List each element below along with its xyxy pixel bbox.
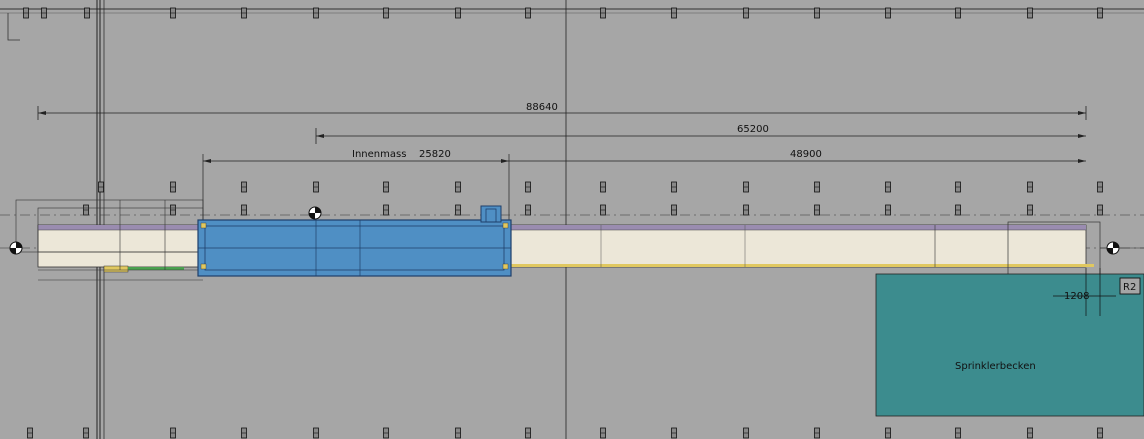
column-marker-icon: [455, 427, 461, 439]
column-marker-icon: [313, 427, 319, 439]
column-marker-icon: [83, 204, 89, 216]
dim-right-inner-value: 48900: [790, 149, 822, 160]
column-marker-icon: [170, 181, 176, 193]
column-marker-icon: [383, 7, 389, 19]
column-marker-icon: [671, 204, 677, 216]
column-marker-icon: [1097, 7, 1103, 19]
column-marker-icon: [955, 181, 961, 193]
column-marker-icon: [743, 7, 749, 19]
column-marker-icon: [1027, 7, 1033, 19]
column-marker-icon: [1027, 204, 1033, 216]
section-marker-icon: [308, 206, 322, 220]
column-marker-icon: [41, 7, 47, 19]
column-marker-icon: [383, 181, 389, 193]
column-marker-icon: [27, 427, 33, 439]
section-marker-icon: [9, 241, 23, 255]
section-marker-icon: [1106, 241, 1120, 255]
dim-innenmass-label: Innenmass: [352, 149, 406, 160]
sprinkler-basin-label: Sprinklerbecken: [955, 361, 1036, 372]
column-marker-icon: [23, 7, 29, 19]
column-marker-icon: [170, 7, 176, 19]
column-marker-icon: [383, 427, 389, 439]
column-marker-icon: [600, 204, 606, 216]
column-marker-icon: [600, 7, 606, 19]
column-marker-icon: [1097, 204, 1103, 216]
column-marker-icon: [1027, 427, 1033, 439]
column-marker-icon: [600, 427, 606, 439]
column-marker-icon: [170, 204, 176, 216]
cad-drawing-canvas[interactable]: 88640 65200 Innenmass 25820 48900 Sprink…: [0, 0, 1144, 439]
column-marker-icon: [671, 427, 677, 439]
column-marker-icon: [241, 7, 247, 19]
column-marker-icon: [313, 181, 319, 193]
column-marker-icon: [313, 7, 319, 19]
column-marker-icon: [241, 204, 247, 216]
column-marker-icon: [525, 181, 531, 193]
dim-small-offset-value: 1208: [1064, 291, 1089, 302]
column-marker-icon: [525, 427, 531, 439]
column-marker-icon: [525, 7, 531, 19]
dim-overall-value: 88640: [526, 102, 558, 113]
dim-right-span-value: 65200: [737, 124, 769, 135]
column-marker-icon: [885, 427, 891, 439]
column-marker-icon: [455, 204, 461, 216]
dim-innenmass-value: 25820: [419, 149, 451, 160]
column-marker-icon: [743, 427, 749, 439]
column-marker-icon: [383, 204, 389, 216]
column-marker-icon: [814, 181, 820, 193]
column-marker-icon: [814, 204, 820, 216]
column-marker-icon: [1097, 427, 1103, 439]
column-marker-icon: [1097, 181, 1103, 193]
column-marker-icon: [83, 427, 89, 439]
column-marker-icon: [671, 7, 677, 19]
column-marker-icon: [84, 7, 90, 19]
column-marker-icon: [955, 7, 961, 19]
column-marker-icon: [1027, 181, 1033, 193]
column-marker-icon: [814, 427, 820, 439]
column-marker-icon: [455, 181, 461, 193]
column-marker-icon: [955, 427, 961, 439]
column-marker-icon: [885, 181, 891, 193]
column-marker-icon: [600, 181, 606, 193]
column-marker-icon: [241, 181, 247, 193]
column-marker-icon: [241, 427, 247, 439]
sprinkler-basin[interactable]: Sprinklerbecken: [875, 273, 1144, 417]
column-marker-icon: [814, 7, 820, 19]
column-marker-icon: [885, 7, 891, 19]
room-tag[interactable]: R2: [1119, 277, 1141, 295]
column-marker-icon: [525, 204, 531, 216]
building-strip: [37, 224, 1094, 273]
column-marker-icon: [98, 181, 104, 193]
column-marker-icon: [455, 7, 461, 19]
column-marker-icon: [743, 181, 749, 193]
room-tag-label: R2: [1123, 282, 1136, 293]
column-marker-icon: [885, 204, 891, 216]
column-marker-icon: [170, 427, 176, 439]
column-marker-icon: [743, 204, 749, 216]
column-marker-icon: [671, 181, 677, 193]
column-marker-icon: [955, 204, 961, 216]
